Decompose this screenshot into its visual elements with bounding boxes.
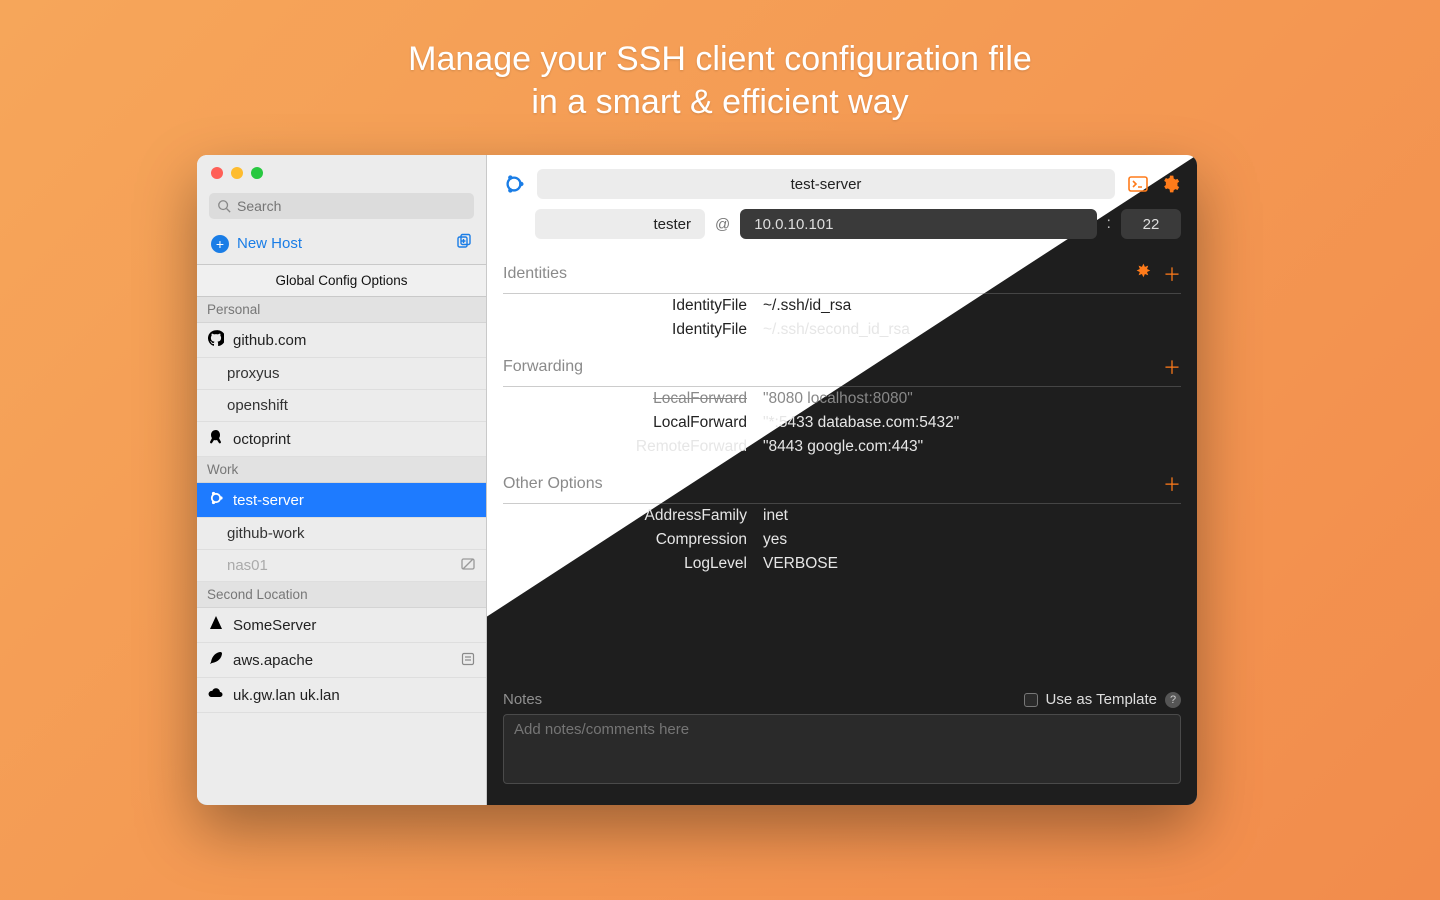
sidebar-item-label: nas01 [227, 557, 268, 574]
config-value: "8080 localhost:8080" [763, 390, 1177, 408]
window-controls [197, 155, 486, 187]
config-row[interactable]: Compression yes [503, 528, 1181, 552]
search-input[interactable] [209, 193, 474, 219]
terminal-icon[interactable] [1127, 173, 1149, 195]
hero-tagline: Manage your SSH client configuration fil… [0, 0, 1440, 123]
gear-icon[interactable] [1159, 173, 1181, 195]
hero-line1: Manage your SSH client configuration fil… [408, 40, 1032, 78]
sidebar-item-uk-gw-lan-uk-lan[interactable]: uk.gw.lan uk.lan [197, 678, 486, 713]
sidebar-item-octoprint[interactable]: octoprint [197, 422, 486, 457]
notes-title: Notes [503, 691, 542, 708]
config-row[interactable]: LogLevel VERBOSE [503, 552, 1181, 576]
sidebar-item-label: proxyus [227, 365, 280, 382]
global-config-button[interactable]: Global Config Options [197, 264, 486, 297]
template-icon [460, 651, 476, 670]
config-key: LocalForward [507, 390, 747, 408]
sidebar-item-label: octoprint [233, 431, 291, 448]
close-icon[interactable] [211, 167, 223, 179]
sidebar-section-header: Personal [197, 297, 486, 323]
sidebar-item-label: github.com [233, 332, 306, 349]
sidebar-section-header: Second Location [197, 582, 486, 608]
user-input[interactable] [535, 209, 705, 239]
use-as-template-checkbox[interactable] [1024, 693, 1038, 707]
sidebar-item-label: github-work [227, 525, 305, 542]
add-identity-icon[interactable]: ＋ [1163, 261, 1181, 287]
section-title-identities: Identities [503, 265, 567, 283]
sidebar: + New Host Global Config Options Persona… [197, 155, 487, 805]
ubuntu-icon [207, 490, 225, 510]
github-icon [207, 330, 225, 350]
sidebar-item-openshift[interactable]: openshift [197, 390, 486, 422]
config-row[interactable]: LocalForward "8080 localhost:8080" [503, 387, 1181, 411]
config-key: AddressFamily [507, 507, 747, 525]
sidebar-item-label: aws.apache [233, 652, 313, 669]
host-alias-input[interactable] [537, 169, 1115, 199]
at-symbol: @ [715, 216, 730, 233]
detail-pane: @ : Identities ✸ ＋ IdentityFile ~/.ssh/id… [487, 155, 1197, 805]
sidebar-item-test-server[interactable]: test-server [197, 483, 486, 518]
new-host-button[interactable]: + New Host [211, 235, 302, 253]
add-option-icon[interactable]: ＋ [1163, 471, 1181, 497]
config-key: IdentityFile [507, 297, 747, 315]
app-window: + New Host Global Config Options Persona… [197, 155, 1197, 805]
section-title-other: Other Options [503, 475, 603, 493]
config-value: VERBOSE [763, 555, 1177, 573]
wand-icon[interactable]: ✸ [1136, 261, 1151, 287]
sidebar-item-proxyus[interactable]: proxyus [197, 358, 486, 390]
sidebar-item-label: SomeServer [233, 617, 316, 634]
duplicate-icon[interactable] [456, 233, 472, 254]
sidebar-item-github-com[interactable]: github.com [197, 323, 486, 358]
config-value: "*:5433 database.com:5432" [763, 414, 1177, 432]
config-row[interactable]: IdentityFile ~/.ssh/second_id_rsa [503, 318, 1181, 342]
plus-circle-icon: + [211, 235, 229, 253]
sidebar-item-nas01[interactable]: nas01 [197, 550, 486, 582]
feather-icon [207, 650, 225, 670]
sidebar-item-label: test-server [233, 492, 304, 509]
zoom-icon[interactable] [251, 167, 263, 179]
sidebar-item-label: openshift [227, 397, 288, 414]
config-row[interactable]: RemoteForward "8443 google.com:443" [503, 435, 1181, 459]
help-icon[interactable]: ? [1165, 692, 1181, 708]
colon-symbol: : [1107, 215, 1111, 233]
config-value: ~/.ssh/second_id_rsa [763, 321, 1177, 339]
add-forwarding-icon[interactable]: ＋ [1163, 354, 1181, 380]
os-ubuntu-icon [503, 173, 525, 195]
config-key: RemoteForward [507, 438, 747, 456]
config-value: yes [763, 531, 1177, 549]
config-value: "8443 google.com:443" [763, 438, 1177, 456]
arch-icon [207, 615, 225, 635]
config-key: Compression [507, 531, 747, 549]
hero-line2: in a smart & efficient way [531, 83, 908, 121]
octo-icon [207, 429, 225, 449]
sidebar-item-aws-apache[interactable]: aws.apache [197, 643, 486, 678]
sidebar-item-github-work[interactable]: github-work [197, 518, 486, 550]
config-key: LogLevel [507, 555, 747, 573]
config-value: ~/.ssh/id_rsa [763, 297, 1177, 315]
sidebar-section-header: Work [197, 457, 486, 483]
config-value: inet [763, 507, 1177, 525]
minimize-icon[interactable] [231, 167, 243, 179]
config-row[interactable]: AddressFamily inet [503, 504, 1181, 528]
new-host-label: New Host [237, 235, 302, 252]
sidebar-item-someserver[interactable]: SomeServer [197, 608, 486, 643]
sidebar-item-label: uk.gw.lan uk.lan [233, 687, 340, 704]
use-as-template-label: Use as Template [1046, 691, 1157, 708]
config-row[interactable]: LocalForward "*:5433 database.com:5432" [503, 411, 1181, 435]
notes-textarea[interactable] [503, 714, 1181, 784]
port-input[interactable] [1121, 209, 1181, 239]
section-title-forwarding: Forwarding [503, 358, 583, 376]
cloud-icon [207, 685, 225, 705]
hostname-input[interactable] [740, 209, 1096, 239]
config-row[interactable]: IdentityFile ~/.ssh/id_rsa [503, 294, 1181, 318]
disabled-icon [460, 556, 476, 575]
config-key: LocalForward [507, 414, 747, 432]
config-key: IdentityFile [507, 321, 747, 339]
